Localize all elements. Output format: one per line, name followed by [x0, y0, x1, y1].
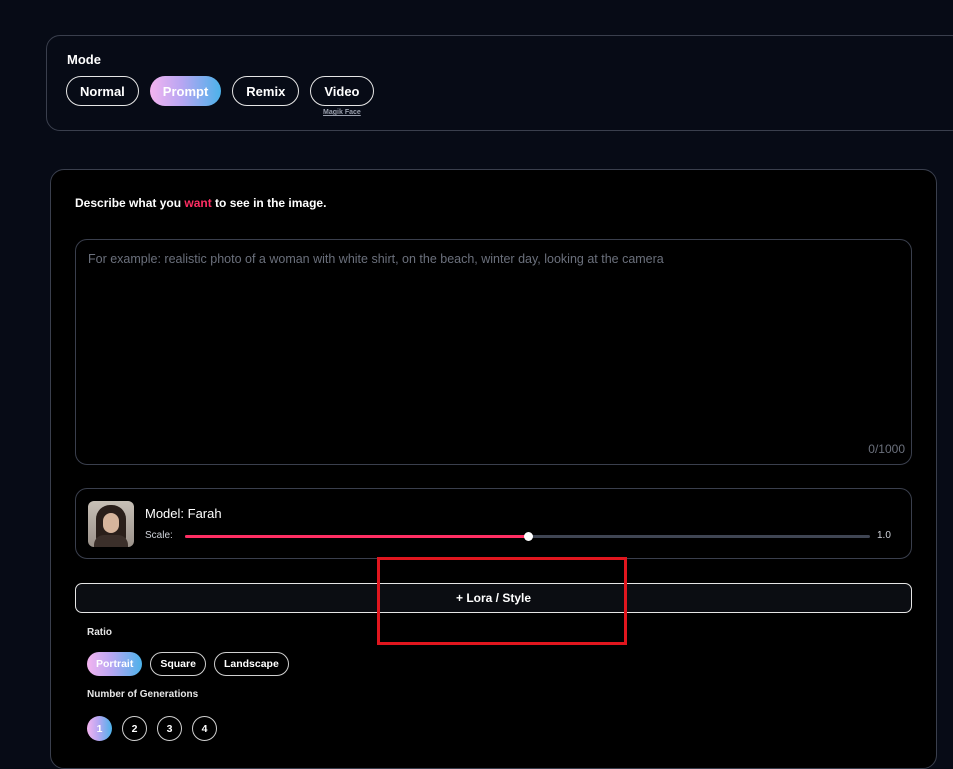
scale-value: 1.0	[877, 530, 891, 541]
scale-slider-thumb[interactable]	[523, 532, 533, 541]
mode-video-wrapper: Video Magik Face	[310, 76, 374, 116]
model-avatar[interactable]	[88, 501, 134, 547]
mode-prompt-button[interactable]: Prompt	[149, 76, 222, 106]
ratio-options: Portrait Square Landscape	[87, 652, 289, 676]
prompt-placeholder: For example: realistic photo of a woman …	[88, 252, 664, 266]
prompt-label-highlight: want	[184, 196, 212, 210]
character-counter: 0/1000	[868, 442, 905, 456]
generation-panel: Describe what you want to see in the ima…	[50, 169, 937, 769]
ratio-landscape-button[interactable]: Landscape	[213, 652, 289, 676]
scale-slider-fill	[185, 535, 528, 538]
mode-panel: Mode Normal Prompt Remix Video Magik Fac…	[46, 35, 953, 131]
mode-remix-button[interactable]: Remix	[232, 76, 300, 106]
generations-options: 1 2 3 4	[87, 716, 217, 741]
generations-1-button[interactable]: 1	[87, 716, 112, 741]
generations-3-button[interactable]: 3	[157, 716, 182, 741]
scale-label: Scale:	[145, 530, 173, 541]
magik-face-link[interactable]: Magik Face	[310, 109, 373, 116]
add-lora-style-button[interactable]: + Lora / Style	[75, 583, 912, 613]
mode-normal-button[interactable]: Normal	[66, 76, 139, 106]
prompt-label: Describe what you want to see in the ima…	[75, 196, 326, 210]
ratio-portrait-button[interactable]: Portrait	[87, 652, 143, 676]
ratio-square-button[interactable]: Square	[150, 652, 206, 676]
model-card: Model: Farah Scale: 1.0	[75, 488, 912, 559]
avatar-body	[94, 535, 128, 547]
avatar-face	[103, 513, 119, 533]
prompt-label-after: to see in the image.	[211, 196, 327, 210]
prompt-textarea[interactable]: For example: realistic photo of a woman …	[75, 239, 912, 465]
mode-title: Mode	[67, 52, 101, 67]
generations-label: Number of Generations	[87, 689, 199, 700]
generations-4-button[interactable]: 4	[192, 716, 217, 741]
scale-slider[interactable]	[185, 532, 870, 541]
generations-2-button[interactable]: 2	[122, 716, 147, 741]
ratio-label: Ratio	[87, 627, 112, 638]
prompt-label-before: Describe what you	[75, 196, 185, 210]
mode-video-button[interactable]: Video	[310, 76, 374, 106]
mode-options: Normal Prompt Remix Video Magik Face	[66, 76, 374, 116]
model-name: Model: Farah	[145, 506, 222, 521]
